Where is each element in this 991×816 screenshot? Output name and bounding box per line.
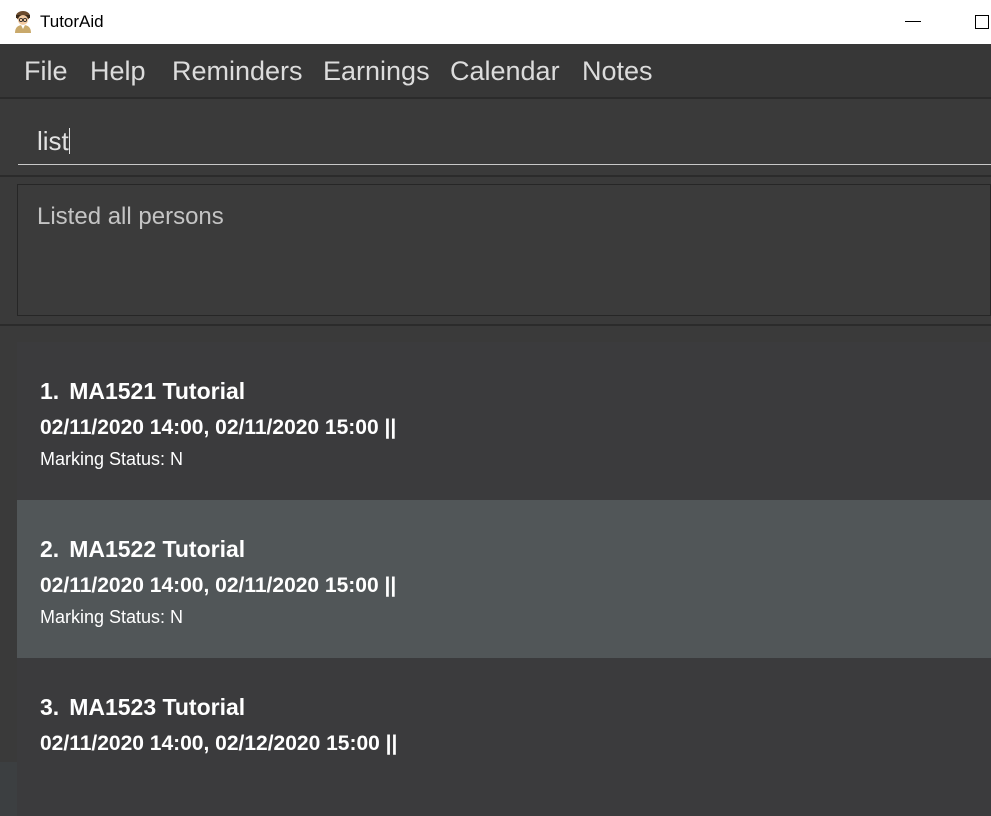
command-input[interactable]: list [18,105,991,165]
result-message: Listed all persons [37,203,224,230]
marking-status: Marking Status: N [40,607,184,627]
menu-reminders[interactable]: Reminders [172,56,303,87]
menu-earnings[interactable]: Earnings [323,56,430,87]
menu-help[interactable]: Help [90,56,146,87]
lesson-time: 02/11/2020 14:00, 02/12/2020 15:00 || [40,732,398,755]
command-box: list [0,99,991,175]
menu-calendar[interactable]: Calendar [450,56,560,87]
window-title: TutorAid [40,12,104,31]
marking-status: Marking Status: N [40,449,184,469]
tutor-avatar-icon [15,11,31,33]
menu-notes[interactable]: Notes [582,56,653,87]
maximize-icon[interactable] [975,15,989,29]
lesson-title: MA1523 Tutorial [69,694,246,720]
menu-file[interactable]: File [24,56,68,87]
lesson-card[interactable]: 1. MA1521 Tutorial 02/11/2020 14:00, 02/1… [17,342,991,500]
title-bar: TutorAid [0,0,991,44]
lesson-card-selected[interactable]: 2. MA1522 Tutorial 02/11/2020 14:00, 02/1… [17,500,991,658]
menu-bar: File Help Reminders Earnings Calendar No… [0,44,991,97]
lesson-index: 2. [40,536,60,562]
lesson-title: MA1521 Tutorial [69,378,246,404]
text-caret [68,128,70,154]
lesson-time: 02/11/2020 14:00, 02/11/2020 15:00 || [40,416,397,439]
result-display-panel: Listed all persons [0,177,991,324]
command-input-value: list [37,126,69,156]
lesson-title-line: 2. MA1522 Tutorial [40,536,245,563]
lesson-title-line: 3. MA1523 Tutorial [40,694,245,721]
lesson-title-line: 1. MA1521 Tutorial [40,378,245,405]
lesson-title: MA1522 Tutorial [69,536,246,562]
lesson-list[interactable]: 1. MA1521 Tutorial 02/11/2020 14:00, 02/1… [0,326,991,816]
lesson-time: 02/11/2020 14:00, 02/11/2020 15:00 || [40,574,397,597]
lesson-card[interactable]: 3. MA1523 Tutorial 02/11/2020 14:00, 02/1… [17,658,991,816]
lesson-index: 3. [40,694,60,720]
lesson-index: 1. [40,378,60,404]
minimize-icon[interactable] [905,21,921,22]
result-display[interactable]: Listed all persons [17,184,991,316]
